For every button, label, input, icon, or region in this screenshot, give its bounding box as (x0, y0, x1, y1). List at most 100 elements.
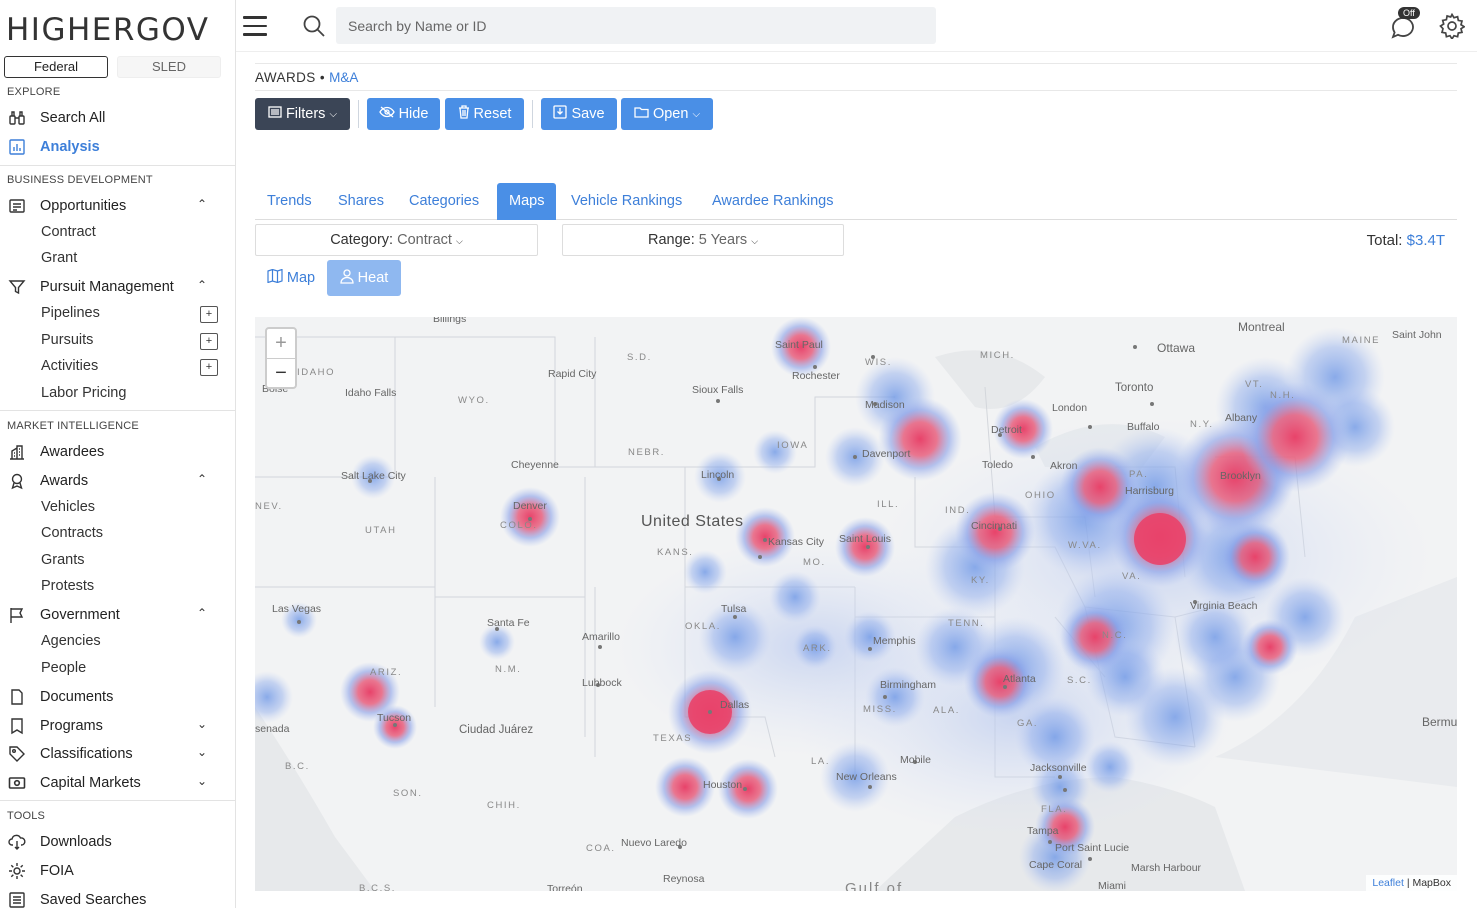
sidebar-item-saved-searches[interactable]: Saved Searches (8, 888, 225, 912)
map-label: KANS. (657, 547, 694, 558)
add-pipeline-button[interactable]: + (200, 306, 218, 323)
heat-map[interactable]: Billings Montreal Ottawa Saint John MAIN… (255, 317, 1457, 891)
zoom-in-button[interactable]: + (267, 329, 295, 358)
map-label: Tucson (377, 712, 412, 724)
tab-awardee-rankings[interactable]: Awardee Rankings (700, 183, 845, 220)
chevron-up-icon[interactable]: ⌃ (197, 606, 207, 620)
map-label: KY. (971, 575, 990, 586)
sidebar-subitem-people[interactable]: People (41, 660, 86, 676)
sidebar-subitem-protests[interactable]: Protests (41, 578, 94, 594)
sidebar-subitem-contracts[interactable]: Contracts (41, 525, 103, 541)
map-label: Harrisburg (1125, 485, 1175, 497)
breadcrumb-current[interactable]: M&A (329, 70, 358, 85)
sidebar-item-opportunities[interactable]: Opportunities ⌃ (8, 194, 225, 218)
divider (0, 800, 236, 801)
sidebar-subitem-grants[interactable]: Grants (41, 552, 85, 568)
sidebar-subitem-vehicles[interactable]: Vehicles (41, 499, 95, 515)
category-select[interactable]: Category: Contract ⌵ (255, 224, 538, 256)
map-label: W.VA. (1068, 540, 1102, 551)
map-label: COA. (586, 843, 616, 854)
tab-maps[interactable]: Maps (497, 183, 557, 220)
tab-categories[interactable]: Categories (397, 183, 491, 220)
sidebar-item-awards[interactable]: Awards ⌃ (8, 469, 225, 493)
map-label: TEXAS (653, 733, 693, 744)
chevron-down-icon[interactable]: ⌄ (197, 717, 207, 731)
tab-trends[interactable]: Trends (255, 183, 324, 220)
map-label: COLO. (500, 520, 538, 531)
chevron-down-icon[interactable]: ⌄ (197, 774, 207, 788)
sidebar-subitem-labor-pricing[interactable]: Labor Pricing (41, 385, 126, 401)
folder-icon (634, 106, 649, 122)
map-label: Madison (865, 399, 905, 411)
sidebar-subitem-agencies[interactable]: Agencies (41, 633, 101, 649)
sidebar-item-analysis[interactable]: Analysis (8, 135, 225, 159)
sun-icon (8, 862, 26, 880)
map-label: Nuevo Laredo (621, 837, 687, 849)
map-label: Birmingham (880, 679, 937, 691)
map-label: MISS. (863, 704, 897, 715)
breadcrumb-root[interactable]: AWARDS (255, 70, 316, 85)
add-activity-button[interactable]: + (200, 359, 218, 376)
map-label: Marsh Harbour (1131, 862, 1202, 874)
sidebar-item-classifications[interactable]: Classifications ⌄ (8, 742, 225, 766)
map-label-country: United States (641, 513, 744, 530)
sidebar-subitem-contract[interactable]: Contract (41, 224, 96, 240)
sidebar-item-foia[interactable]: FOIA (8, 859, 225, 883)
add-pursuit-button[interactable]: + (200, 333, 218, 350)
chevron-up-icon[interactable]: ⌃ (197, 472, 207, 486)
hide-button[interactable]: Hide (367, 98, 440, 130)
filters-button[interactable]: Filters ⌵ (255, 98, 350, 130)
sidebar-item-programs[interactable]: Programs ⌄ (8, 714, 225, 738)
sidebar-item-label: Programs (40, 718, 103, 734)
sidebar-subitem-pursuits[interactable]: Pursuits (41, 332, 93, 348)
sidebar-item-awardees[interactable]: Awardees (8, 440, 225, 464)
filter-list-icon (268, 106, 282, 122)
bookmark-icon (8, 717, 26, 735)
sidebar-subitem-grant[interactable]: Grant (41, 250, 77, 266)
tab-shares[interactable]: Shares (326, 183, 396, 220)
save-button[interactable]: Save (541, 98, 617, 130)
map-label: VA. (1122, 571, 1142, 582)
map-view-button[interactable]: Map (258, 260, 324, 296)
divider (255, 63, 1457, 64)
map-label: ARIZ. (370, 667, 403, 678)
sidebar-item-search-all[interactable]: Search All (8, 106, 225, 130)
map-label: VT. (1245, 379, 1264, 390)
gear-icon[interactable] (1439, 12, 1466, 44)
total-value: $3.4T (1406, 232, 1445, 249)
heat-view-button[interactable]: Heat (327, 260, 401, 296)
chevron-up-icon[interactable]: ⌃ (197, 278, 207, 292)
sidebar-item-downloads[interactable]: Downloads (8, 830, 225, 854)
chevron-down-icon[interactable]: ⌄ (197, 745, 207, 759)
range-select[interactable]: Range: 5 Years ⌵ (562, 224, 844, 256)
search-icon[interactable] (302, 14, 326, 43)
sidebar-item-capital-markets[interactable]: Capital Markets ⌄ (8, 771, 225, 795)
map-label: Albany (1225, 412, 1258, 424)
tab-vehicle-rankings[interactable]: Vehicle Rankings (559, 183, 694, 220)
map-label: Cincinnati (971, 520, 1018, 532)
map-label: Rapid City (548, 368, 597, 380)
sidebar-subitem-pipelines[interactable]: Pipelines (41, 305, 100, 321)
section-business-development: BUSINESS DEVELOPMENT (7, 174, 153, 186)
federal-toggle[interactable]: Federal (4, 56, 108, 78)
sidebar-subitem-activities[interactable]: Activities (41, 358, 98, 374)
sidebar-item-documents[interactable]: Documents (8, 685, 225, 709)
open-button[interactable]: Open ⌵ (621, 98, 713, 130)
reset-button[interactable]: Reset (445, 98, 524, 130)
map-label: TENN. (948, 618, 985, 629)
breadcrumb-separator: • (319, 70, 325, 85)
logo[interactable]: HIGHERGOV (6, 12, 210, 48)
divider (255, 90, 1457, 91)
list-icon (8, 197, 26, 215)
leaflet-link[interactable]: Leaflet (1372, 877, 1404, 889)
chevron-up-icon[interactable]: ⌃ (197, 197, 207, 211)
sled-toggle[interactable]: SLED (117, 56, 221, 78)
zoom-out-button[interactable]: − (267, 358, 295, 387)
search-input[interactable] (336, 7, 936, 44)
eye-off-icon (378, 106, 395, 122)
menu-icon[interactable] (243, 16, 267, 42)
sidebar-item-pursuit-management[interactable]: Pursuit Management ⌃ (8, 275, 225, 299)
sidebar-item-government[interactable]: Government ⌃ (8, 603, 225, 627)
map-label: N.C. (1102, 630, 1128, 641)
map-label: CHIH. (487, 800, 521, 811)
